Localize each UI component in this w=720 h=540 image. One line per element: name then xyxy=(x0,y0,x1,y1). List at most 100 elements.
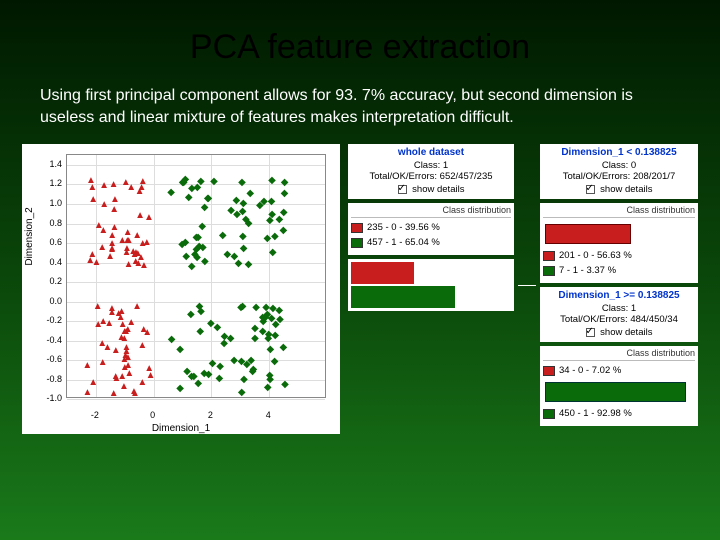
tree-left-child-node: Dimension_1 < 0.138825 Class: 0 Total/OK… xyxy=(540,144,698,199)
bar-class0 xyxy=(545,224,631,244)
dist-label: 450 - 1 - 92.98 % xyxy=(559,408,632,419)
slide-body-text: Using first principal component allows f… xyxy=(0,77,720,144)
x-tick: 0 xyxy=(143,410,163,420)
point-class0-icon: ▲ xyxy=(119,382,129,392)
point-class1-icon: ◆ xyxy=(227,206,235,216)
distribution-title: Class distribution xyxy=(543,205,695,218)
point-class1-icon: ◆ xyxy=(275,215,283,225)
dist-row: 235 - 0 - 39.56 % xyxy=(351,222,511,233)
point-class1-icon: ◆ xyxy=(191,250,199,260)
y-tick: 0.2 xyxy=(22,276,62,286)
dist-row: 201 - 0 - 56.63 % xyxy=(543,250,695,261)
distribution-title: Class distribution xyxy=(351,205,511,218)
show-details-toggle[interactable]: show details xyxy=(545,327,693,338)
swatch-class1-icon xyxy=(543,409,555,419)
point-class1-icon: ◆ xyxy=(196,302,204,312)
tree-root-node: whole dataset Class: 1 Total/OK/Errors: … xyxy=(348,144,514,199)
checkbox-icon[interactable] xyxy=(586,185,595,194)
swatch-class0-icon xyxy=(543,251,555,261)
y-tick: -1.0 xyxy=(22,393,62,403)
dist-label: 235 - 0 - 39.56 % xyxy=(367,222,440,233)
point-class1-icon: ◆ xyxy=(198,222,206,232)
root-bar-chart xyxy=(348,259,514,311)
point-class1-icon: ◆ xyxy=(271,357,279,367)
point-class1-icon: ◆ xyxy=(167,188,175,198)
point-class1-icon: ◆ xyxy=(245,260,253,270)
point-class1-icon: ◆ xyxy=(271,232,279,242)
point-class0-icon: ▲ xyxy=(99,181,109,191)
point-class0-icon: ▲ xyxy=(88,195,98,205)
point-class0-icon: ▲ xyxy=(135,187,145,197)
dist-bars xyxy=(543,222,695,246)
node-header: whole dataset xyxy=(353,147,509,158)
point-class0-icon: ▲ xyxy=(142,328,152,338)
x-tick: 4 xyxy=(258,410,278,420)
checkbox-icon[interactable] xyxy=(586,328,595,337)
point-class0-icon: ▲ xyxy=(92,258,102,268)
point-class1-icon: ◆ xyxy=(251,334,259,344)
x-tick: -2 xyxy=(85,410,105,420)
point-class1-icon: ◆ xyxy=(243,360,251,370)
bar-class1 xyxy=(545,382,686,402)
point-class1-icon: ◆ xyxy=(235,259,243,269)
point-class1-icon: ◆ xyxy=(201,203,209,213)
point-class1-icon: ◆ xyxy=(256,201,264,211)
dist-row: 34 - 0 - 7.02 % xyxy=(543,365,695,376)
point-class1-icon: ◆ xyxy=(219,231,227,241)
left-class-distribution: Class distribution 201 - 0 - 56.63 % 7 -… xyxy=(540,203,698,283)
point-class0-icon: ▲ xyxy=(121,343,131,353)
point-class1-icon: ◆ xyxy=(207,319,215,329)
tree-connector-icon xyxy=(518,144,536,426)
y-tick: -0.8 xyxy=(22,374,62,384)
right-class-distribution: Class distribution 34 - 0 - 7.02 % 450 -… xyxy=(540,346,698,426)
point-class1-icon: ◆ xyxy=(216,374,224,384)
point-class0-icon: ▲ xyxy=(99,200,109,210)
point-class1-icon: ◆ xyxy=(240,375,248,385)
scatter-plot: Dimension_2 Dimension_1 ▲▲▲▲▲▲▲▲▲▲▲▲▲▲▲▲… xyxy=(22,144,340,434)
swatch-class1-icon xyxy=(351,238,363,248)
y-tick: 0.0 xyxy=(22,296,62,306)
content-row: Dimension_2 Dimension_1 ▲▲▲▲▲▲▲▲▲▲▲▲▲▲▲▲… xyxy=(0,144,720,434)
show-details-toggle[interactable]: show details xyxy=(545,184,693,195)
point-class1-icon: ◆ xyxy=(199,243,207,253)
dist-bars xyxy=(543,380,695,404)
point-class1-icon: ◆ xyxy=(190,372,198,382)
point-class0-icon: ▲ xyxy=(97,339,107,349)
point-class0-icon: ▲ xyxy=(93,320,103,330)
point-class1-icon: ◆ xyxy=(182,238,190,248)
y-tick: 1.2 xyxy=(22,178,62,188)
point-class1-icon: ◆ xyxy=(209,359,217,369)
show-details-label: show details xyxy=(412,184,464,195)
point-class1-icon: ◆ xyxy=(182,252,190,262)
x-axis-label: Dimension_1 xyxy=(22,423,340,434)
dist-row: 450 - 1 - 92.98 % xyxy=(543,408,695,419)
node-header: Dimension_1 >= 0.138825 xyxy=(545,290,693,301)
point-class1-icon: ◆ xyxy=(239,302,247,312)
x-tick: 2 xyxy=(200,410,220,420)
point-class1-icon: ◆ xyxy=(176,384,184,394)
show-details-toggle[interactable]: show details xyxy=(353,184,509,195)
point-class0-icon: ▲ xyxy=(109,205,119,215)
y-tick: 1.0 xyxy=(22,198,62,208)
root-class-distribution: Class distribution 235 - 0 - 39.56 % 457… xyxy=(348,203,514,255)
point-class1-icon: ◆ xyxy=(210,177,218,187)
point-class1-icon: ◆ xyxy=(168,335,176,345)
point-class1-icon: ◆ xyxy=(281,380,289,390)
point-class0-icon: ▲ xyxy=(146,371,156,381)
point-class1-icon: ◆ xyxy=(269,248,277,258)
bar-class1 xyxy=(351,286,455,308)
dist-row: 457 - 1 - 65.04 % xyxy=(351,237,511,248)
point-class0-icon: ▲ xyxy=(83,388,93,398)
node-stats: Total/OK/Errors: 652/457/235 xyxy=(353,171,509,182)
point-class1-icon: ◆ xyxy=(266,345,274,355)
point-class0-icon: ▲ xyxy=(116,313,126,323)
node-stats: Total/OK/Errors: 208/201/7 xyxy=(545,171,693,182)
point-class0-icon: ▲ xyxy=(98,358,108,368)
point-class1-icon: ◆ xyxy=(220,339,228,349)
point-class1-icon: ◆ xyxy=(266,371,274,381)
checkbox-icon[interactable] xyxy=(398,185,407,194)
point-class0-icon: ▲ xyxy=(109,389,119,399)
point-class0-icon: ▲ xyxy=(107,244,117,254)
point-class0-icon: ▲ xyxy=(109,180,119,190)
point-class1-icon: ◆ xyxy=(204,194,212,204)
